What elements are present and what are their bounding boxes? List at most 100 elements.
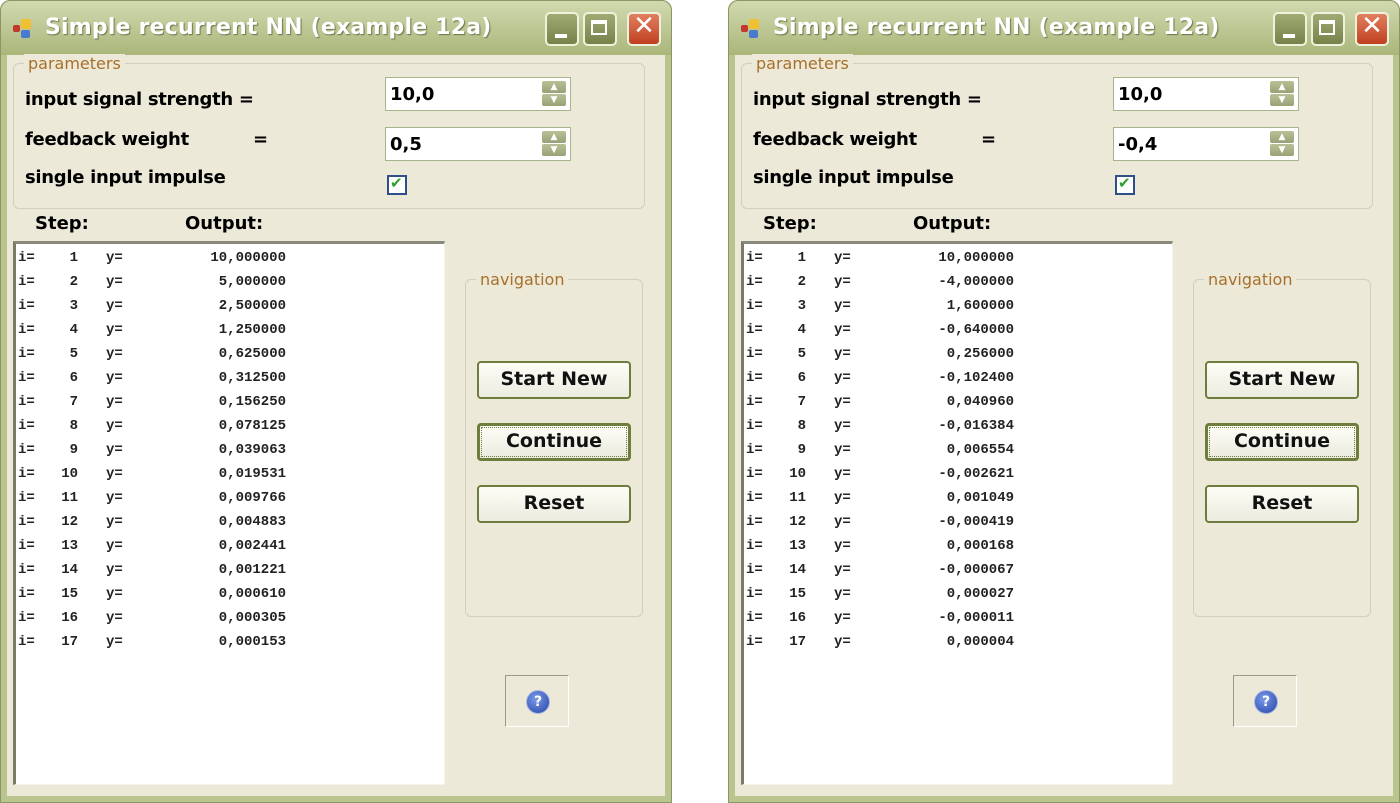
- output-label: y=: [106, 370, 123, 386]
- step-column-header: Step:: [763, 213, 817, 234]
- input-signal-spinner[interactable]: ▲ ▼: [385, 77, 571, 111]
- spin-up-icon[interactable]: ▲: [1270, 131, 1294, 143]
- output-label: y=: [834, 250, 851, 266]
- output-row: i= 7 y= 0,156250: [16, 388, 444, 412]
- step-value: 11: [789, 490, 806, 506]
- spin-up-icon[interactable]: ▲: [542, 131, 566, 143]
- spin-down-icon[interactable]: ▼: [1270, 144, 1294, 156]
- minimize-icon: [1283, 34, 1295, 38]
- output-row: i= 9 y= 0,039063: [16, 436, 444, 460]
- output-value: 2,500000: [218, 298, 286, 314]
- single-impulse-checkbox[interactable]: ✔: [1115, 174, 1135, 195]
- feedback-weight-spin-arrows[interactable]: ▲ ▼: [542, 131, 566, 157]
- output-row: i= 2 y= -4,000000: [744, 268, 1172, 292]
- step-value: 6: [797, 370, 806, 386]
- output-label: y=: [106, 418, 123, 434]
- maximize-button[interactable]: [1311, 12, 1345, 46]
- step-label: i=: [746, 442, 763, 458]
- step-label: i=: [746, 514, 763, 530]
- help-button[interactable]: ?: [1233, 675, 1297, 727]
- output-value: -0,000011: [938, 610, 1014, 626]
- output-label: y=: [834, 562, 851, 578]
- output-label: y=: [834, 538, 851, 554]
- close-button[interactable]: ✕: [627, 11, 661, 46]
- step-label: i=: [18, 586, 35, 602]
- step-value: 3: [797, 298, 806, 314]
- navigation-legend: navigation: [1204, 270, 1297, 289]
- step-value: 3: [69, 298, 78, 314]
- output-value: 0,001221: [218, 562, 286, 578]
- feedback-weight-spin-arrows[interactable]: ▲ ▼: [1270, 131, 1294, 157]
- output-row: i= 13 y= 0,000168: [744, 532, 1172, 556]
- input-signal-field[interactable]: [388, 81, 542, 107]
- step-label: i=: [746, 586, 763, 602]
- output-row: i= 10 y= 0,019531: [16, 460, 444, 484]
- input-signal-spin-arrows[interactable]: ▲ ▼: [1270, 81, 1294, 107]
- output-label: y=: [834, 370, 851, 386]
- output-label: y=: [106, 538, 123, 554]
- output-row: i= 14 y= -0,000067: [744, 556, 1172, 580]
- feedback-weight-field[interactable]: [388, 131, 542, 157]
- output-value: 0,001049: [946, 490, 1014, 506]
- start-new-button[interactable]: Start New: [1205, 361, 1359, 399]
- window-title: Simple recurrent NN (example 12a): [45, 15, 492, 40]
- spin-up-icon[interactable]: ▲: [1270, 81, 1294, 93]
- step-label: i=: [18, 562, 35, 578]
- step-value: 2: [797, 274, 806, 290]
- output-label: y=: [834, 298, 851, 314]
- feedback-weight-label: feedback weight: [753, 129, 917, 150]
- output-list[interactable]: i= 1 y= 10,000000 i= 2 y= -4,000000 i= 3…: [741, 241, 1173, 785]
- feedback-weight-equals: =: [981, 129, 996, 150]
- feedback-weight-spinner[interactable]: ▲ ▼: [1113, 127, 1299, 161]
- close-button[interactable]: ✕: [1355, 11, 1389, 46]
- feedback-weight-spinner[interactable]: ▲ ▼: [385, 127, 571, 161]
- step-value: 7: [797, 394, 806, 410]
- output-value: 0,156250: [218, 394, 286, 410]
- output-row: i= 8 y= -0,016384: [744, 412, 1172, 436]
- single-impulse-checkbox[interactable]: ✔: [387, 174, 407, 195]
- reset-button[interactable]: Reset: [1205, 485, 1359, 523]
- app-window-1: Simple recurrent NN (example 12a) ✕ para…: [0, 0, 672, 803]
- output-list[interactable]: i= 1 y= 10,000000 i= 2 y= 5,000000 i= 3 …: [13, 241, 445, 785]
- step-label: i=: [746, 562, 763, 578]
- reset-button[interactable]: Reset: [477, 485, 631, 523]
- output-row: i= 17 y= 0,000004: [744, 628, 1172, 652]
- step-value: 4: [797, 322, 806, 338]
- input-signal-field[interactable]: [1116, 81, 1270, 107]
- continue-button[interactable]: Continue: [1205, 423, 1359, 461]
- step-label: i=: [18, 298, 35, 314]
- step-value: 6: [69, 370, 78, 386]
- minimize-button[interactable]: [1273, 12, 1307, 46]
- spin-down-icon[interactable]: ▼: [1270, 94, 1294, 106]
- title-bar[interactable]: Simple recurrent NN (example 12a) ✕: [1, 1, 671, 55]
- output-row: i= 10 y= -0,002621: [744, 460, 1172, 484]
- output-value: 0,040960: [946, 394, 1014, 410]
- continue-button[interactable]: Continue: [477, 423, 631, 461]
- single-impulse-label: single input impulse: [25, 167, 226, 188]
- parameters-legend: parameters: [24, 54, 125, 73]
- spin-up-icon[interactable]: ▲: [542, 81, 566, 93]
- input-signal-spinner[interactable]: ▲ ▼: [1113, 77, 1299, 111]
- title-bar[interactable]: Simple recurrent NN (example 12a) ✕: [729, 1, 1399, 55]
- spin-down-icon[interactable]: ▼: [542, 144, 566, 156]
- help-button[interactable]: ?: [505, 675, 569, 727]
- output-value: 0,000027: [946, 586, 1014, 602]
- output-value: -0,000067: [938, 562, 1014, 578]
- step-value: 2: [69, 274, 78, 290]
- step-label: i=: [18, 514, 35, 530]
- app-icon: [741, 19, 763, 41]
- window-client: parameters input signal strength = ▲ ▼ f…: [7, 54, 665, 796]
- maximize-button[interactable]: [583, 12, 617, 46]
- output-value: -0,102400: [938, 370, 1014, 386]
- feedback-weight-field[interactable]: [1116, 131, 1270, 157]
- step-value: 15: [789, 586, 806, 602]
- start-new-button[interactable]: Start New: [477, 361, 631, 399]
- step-value: 14: [789, 562, 806, 578]
- output-label: y=: [834, 610, 851, 626]
- step-value: 14: [61, 562, 78, 578]
- input-signal-spin-arrows[interactable]: ▲ ▼: [542, 81, 566, 107]
- spin-down-icon[interactable]: ▼: [542, 94, 566, 106]
- step-label: i=: [18, 442, 35, 458]
- step-label: i=: [18, 394, 35, 410]
- minimize-button[interactable]: [545, 12, 579, 46]
